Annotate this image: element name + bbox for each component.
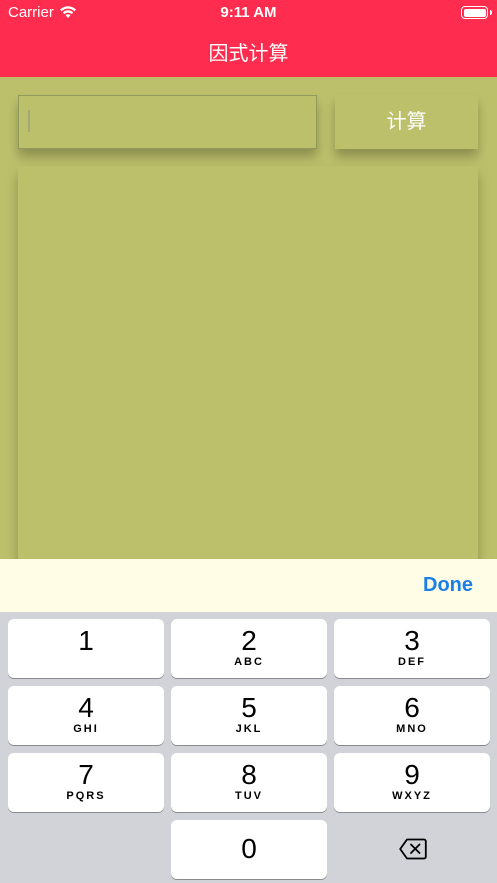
status-time: 9:11 AM: [220, 4, 277, 21]
key-letters: DEF: [398, 656, 426, 668]
key-digit: 3: [404, 625, 420, 656]
key-letters: MNO: [396, 723, 428, 735]
key-letters: GHI: [73, 723, 99, 735]
key-2[interactable]: 2 ABC: [171, 619, 327, 678]
key-digit: 0: [241, 833, 257, 864]
key-letters: JKL: [235, 723, 263, 735]
key-3[interactable]: 3 DEF: [334, 619, 490, 678]
key-5[interactable]: 5 JKL: [171, 686, 327, 745]
backspace-icon: [399, 838, 427, 860]
navigation-bar: 因式计算: [0, 26, 497, 77]
key-letters: WXYZ: [392, 790, 432, 802]
key-1[interactable]: 1: [8, 619, 164, 678]
key-4[interactable]: 4 GHI: [8, 686, 164, 745]
key-0[interactable]: 0: [171, 820, 327, 879]
key-digit: 9: [404, 759, 420, 790]
text-cursor: [28, 110, 30, 132]
calculate-button[interactable]: 计算: [335, 95, 478, 149]
battery-icon: [461, 6, 492, 19]
page-title: 因式计算: [208, 43, 289, 65]
delete-key[interactable]: [333, 820, 489, 879]
keyboard-toolbar: Done: [0, 559, 497, 612]
result-area: [18, 166, 478, 560]
key-6[interactable]: 6 MNO: [334, 686, 490, 745]
key-digit: 4: [78, 692, 94, 723]
key-digit: 6: [404, 692, 420, 723]
numeric-keypad: 1 2 ABC 3 DEF 4 GHI 5 JKL 6 MNO 7 PQRS 8…: [0, 612, 497, 883]
key-digit: 2: [241, 625, 257, 656]
number-input[interactable]: [18, 95, 317, 149]
key-digit: 1: [78, 625, 94, 656]
key-digit: 7: [78, 759, 94, 790]
key-letters: PQRS: [66, 790, 106, 802]
status-bar: Carrier 9:11 AM: [0, 0, 497, 26]
key-9[interactable]: 9 WXYZ: [334, 753, 490, 812]
key-digit: 5: [241, 692, 257, 723]
done-button[interactable]: Done: [423, 574, 473, 597]
key-letters: ABC: [234, 656, 264, 668]
key-8[interactable]: 8 TUV: [171, 753, 327, 812]
key-letters: TUV: [235, 790, 263, 802]
key-digit: 8: [241, 759, 257, 790]
key-7[interactable]: 7 PQRS: [8, 753, 164, 812]
